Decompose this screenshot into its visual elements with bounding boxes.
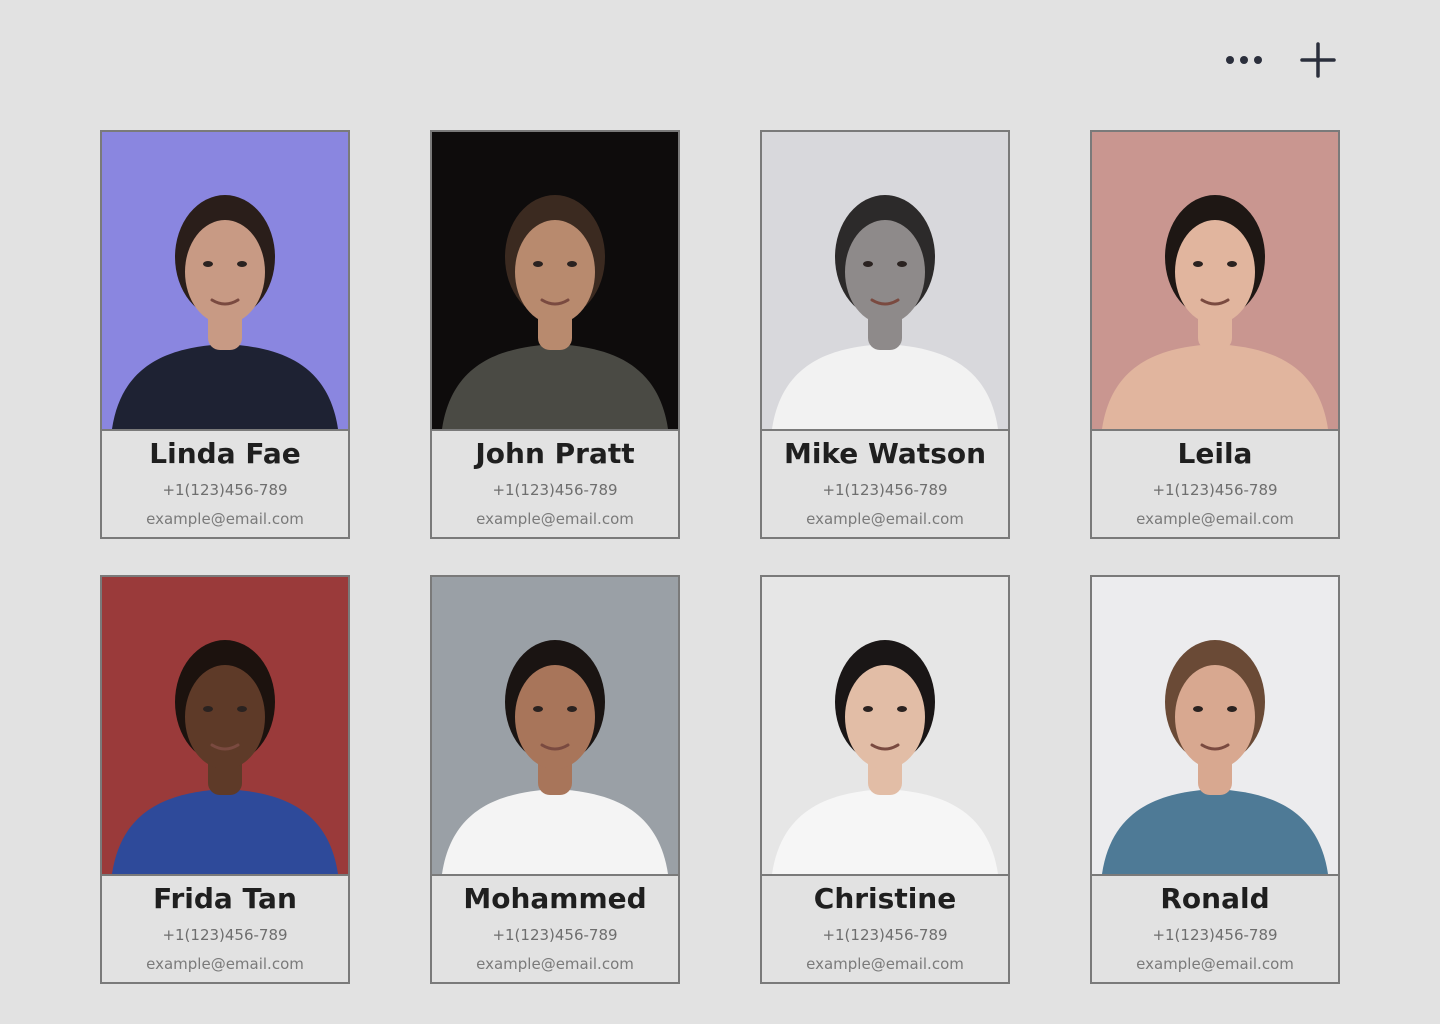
- contact-photo: [762, 577, 1008, 876]
- contact-card[interactable]: Frida Tan +1(123)456-789 example@email.c…: [100, 575, 350, 984]
- add-contact-button[interactable]: [1296, 38, 1340, 82]
- contact-photo: [1092, 577, 1338, 876]
- more-horizontal-icon: [1226, 56, 1262, 64]
- contact-name: Linda Fae: [149, 437, 301, 470]
- contact-phone: +1(123)456-789: [822, 926, 948, 944]
- contact-name: Mike Watson: [783, 437, 987, 470]
- contact-phone: +1(123)456-789: [492, 926, 618, 944]
- contact-info: Mike Watson +1(123)456-789 example@email…: [762, 431, 1008, 537]
- contact-info: Frida Tan +1(123)456-789 example@email.c…: [102, 876, 348, 982]
- contact-phone: +1(123)456-789: [822, 481, 948, 499]
- contact-name: John Pratt: [475, 437, 635, 470]
- contact-info: Mohammed +1(123)456-789 example@email.co…: [432, 876, 678, 982]
- more-options-button[interactable]: [1222, 38, 1266, 82]
- contact-email: example@email.com: [146, 510, 304, 528]
- contact-phone: +1(123)456-789: [1152, 481, 1278, 499]
- contact-info: John Pratt +1(123)456-789 example@email.…: [432, 431, 678, 537]
- contact-card[interactable]: Mike Watson +1(123)456-789 example@email…: [760, 130, 1010, 539]
- contact-phone: +1(123)456-789: [1152, 926, 1278, 944]
- contact-phone: +1(123)456-789: [492, 481, 618, 499]
- contact-name: Leila: [1177, 437, 1253, 470]
- contact-photo: [102, 577, 348, 876]
- contact-email: example@email.com: [476, 955, 634, 973]
- contact-photo: [432, 577, 678, 876]
- contact-phone: +1(123)456-789: [162, 481, 288, 499]
- contact-phone: +1(123)456-789: [162, 926, 288, 944]
- contact-name: Mohammed: [463, 882, 647, 915]
- toolbar: [1222, 38, 1340, 82]
- contact-card[interactable]: Ronald +1(123)456-789 example@email.com: [1090, 575, 1340, 984]
- contact-photo: [102, 132, 348, 431]
- contact-photo: [432, 132, 678, 431]
- contact-photo: [1092, 132, 1338, 431]
- contact-card[interactable]: Mohammed +1(123)456-789 example@email.co…: [430, 575, 680, 984]
- contact-card[interactable]: John Pratt +1(123)456-789 example@email.…: [430, 130, 680, 539]
- contact-card[interactable]: Leila +1(123)456-789 example@email.com: [1090, 130, 1340, 539]
- contact-email: example@email.com: [1136, 510, 1294, 528]
- contact-name: Frida Tan: [153, 882, 297, 915]
- contact-name: Christine: [813, 882, 957, 915]
- contact-photo: [762, 132, 1008, 431]
- contact-info: Leila +1(123)456-789 example@email.com: [1092, 431, 1338, 537]
- contact-info: Ronald +1(123)456-789 example@email.com: [1092, 876, 1338, 982]
- contact-info: Christine +1(123)456-789 example@email.c…: [762, 876, 1008, 982]
- contact-email: example@email.com: [806, 955, 964, 973]
- contact-card[interactable]: Linda Fae +1(123)456-789 example@email.c…: [100, 130, 350, 539]
- contact-email: example@email.com: [476, 510, 634, 528]
- contact-card[interactable]: Christine +1(123)456-789 example@email.c…: [760, 575, 1010, 984]
- contact-email: example@email.com: [146, 955, 304, 973]
- contact-name: Ronald: [1160, 882, 1270, 915]
- contact-email: example@email.com: [806, 510, 964, 528]
- contact-info: Linda Fae +1(123)456-789 example@email.c…: [102, 431, 348, 537]
- plus-icon: [1300, 42, 1336, 78]
- contact-email: example@email.com: [1136, 955, 1294, 973]
- contact-grid: Linda Fae +1(123)456-789 example@email.c…: [100, 130, 1340, 984]
